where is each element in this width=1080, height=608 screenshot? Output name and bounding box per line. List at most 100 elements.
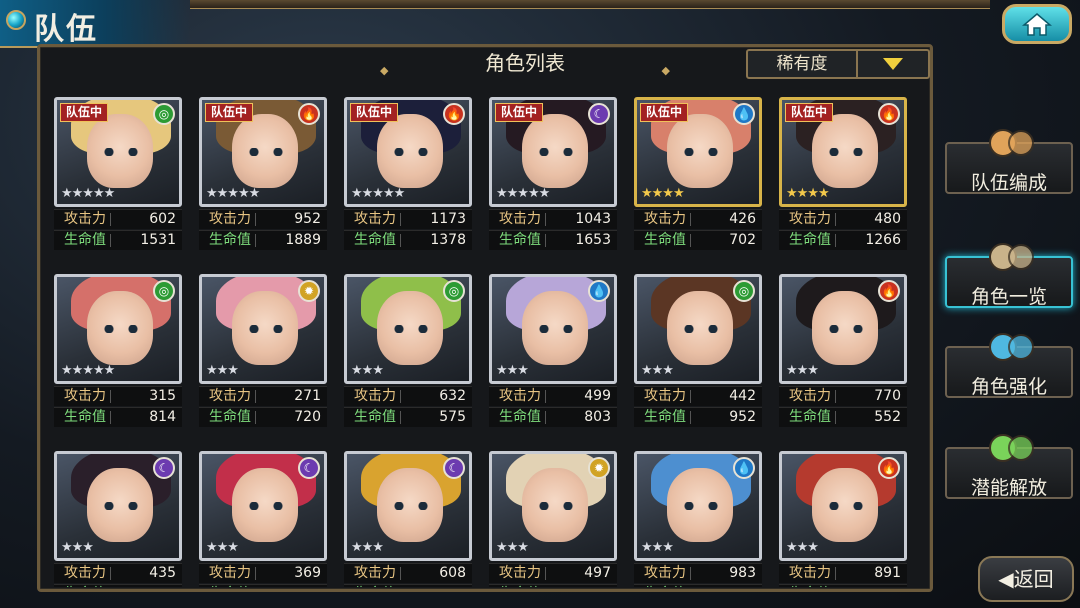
character-portrait: 队伍中 🔥 ★★★★ [779, 97, 907, 207]
side-menu-label: 角色强化 [970, 376, 1047, 398]
attack-label: 攻击力 [64, 565, 106, 581]
character-list-panel: ◆ 角色列表 ◆ 稀有度 队伍中 ◎ ★★★★★ 攻击力 602 生命值 1531 队伍中 🔥 ★… [37, 44, 933, 592]
hp-value: 720 [294, 409, 321, 425]
triangle-down-icon[interactable] [858, 51, 928, 77]
attack-stat: 攻击力 952 [199, 209, 327, 229]
hp-value: 702 [729, 232, 756, 248]
character-portrait: ☾ ★★★ [199, 451, 327, 561]
attack-stat: 攻击力 602 [54, 209, 182, 229]
character-portrait: ✹ ★★★ [489, 451, 617, 561]
light-element-icon: ✹ [298, 280, 320, 302]
character-card[interactable]: ✹ ★★★ 攻击力 271 生命值 720 [199, 274, 329, 452]
character-card[interactable]: 队伍中 ☾ ★★★★★ 攻击力 1043 生命值 1653 [489, 97, 619, 275]
attack-stat: 攻击力 1043 [489, 209, 617, 229]
character-portrait: ◎ ★★★★★ [54, 274, 182, 384]
side-menu-item[interactable]: 队伍编成 [945, 129, 1073, 194]
wind-element-icon: ◎ [153, 103, 175, 125]
character-portrait: ☾ ★★★ [54, 451, 182, 561]
hp-label: 生命值 [644, 409, 686, 425]
sort-selected-value: 稀有度 [748, 51, 858, 77]
potential-orb-icon [981, 423, 1041, 463]
character-eyes [681, 148, 721, 156]
hp-label: 生命值 [64, 409, 106, 425]
hp-label: 生命值 [789, 585, 831, 587]
diamond-ornament-icon: ◆ [661, 64, 670, 77]
character-card[interactable]: 队伍中 ◎ ★★★★★ 攻击力 602 生命值 1531 [54, 97, 184, 275]
side-menu-item[interactable]: 角色强化 [945, 333, 1073, 398]
character-eyes [246, 502, 286, 510]
character-portrait: ◎ ★★★ [344, 274, 472, 384]
character-card[interactable]: 队伍中 💧 ★★★★ 攻击力 426 生命值 702 [634, 97, 764, 275]
screen-title: 队伍 [34, 12, 98, 47]
character-card[interactable]: 队伍中 🔥 ★★★★ 攻击力 480 生命值 1266 [779, 97, 909, 275]
rarity-stars: ★★★ [351, 363, 384, 378]
attack-value: 1043 [575, 211, 611, 227]
hp-label: 生命值 [789, 232, 831, 248]
character-card[interactable]: ☾ ★★★ 攻击力 435 生命值 [54, 451, 184, 587]
character-card[interactable]: ◎ ★★★★★ 攻击力 315 生命值 814 [54, 274, 184, 452]
rarity-stars: ★★★ [496, 540, 529, 555]
character-card[interactable]: 💧 ★★★ 攻击力 499 生命值 803 [489, 274, 619, 452]
attack-stat: 攻击力 315 [54, 386, 182, 406]
light-element-icon: ✹ [588, 457, 610, 479]
character-card[interactable]: ☾ ★★★ 攻击力 369 生命值 [199, 451, 329, 587]
hp-stat: 生命值 814 [54, 407, 182, 427]
attack-label: 攻击力 [499, 388, 541, 404]
home-button[interactable] [1002, 4, 1072, 44]
wind-element-icon: ◎ [443, 280, 465, 302]
in-team-badge: 队伍中 [640, 103, 689, 122]
character-card[interactable]: 🔥 ★★★ 攻击力 770 生命值 552 [779, 274, 909, 452]
attack-value: 602 [149, 211, 176, 227]
attack-value: 608 [439, 565, 466, 581]
dark-element-icon: ☾ [153, 457, 175, 479]
attack-value: 1173 [430, 211, 466, 227]
character-card[interactable]: 队伍中 🔥 ★★★★★ 攻击力 952 生命值 1889 [199, 97, 329, 275]
hp-label: 生命值 [354, 232, 396, 248]
wind-element-icon: ◎ [733, 280, 755, 302]
hp-label: 生命值 [354, 409, 396, 425]
fire-element-icon: 🔥 [878, 457, 900, 479]
hp-value: 1653 [575, 232, 611, 248]
character-card[interactable]: ✹ ★★★ 攻击力 497 生命值 [489, 451, 619, 587]
back-button[interactable]: ◀返回 [978, 556, 1074, 602]
in-team-badge: 队伍中 [495, 103, 544, 122]
character-portrait: 🔥 ★★★ [779, 451, 907, 561]
attack-value: 499 [584, 388, 611, 404]
rarity-stars: ★★★★★ [61, 363, 115, 378]
attack-stat: 攻击力 770 [779, 386, 907, 406]
sort-dropdown[interactable]: 稀有度 [746, 49, 930, 79]
attack-value: 952 [294, 211, 321, 227]
dark-element-icon: ☾ [588, 103, 610, 125]
hp-stat: 生命值 1378 [344, 230, 472, 250]
attack-label: 攻击力 [789, 211, 831, 227]
character-eyes [101, 502, 141, 510]
character-eyes [681, 502, 721, 510]
character-card[interactable]: ☾ ★★★ 攻击力 608 生命值 [344, 451, 474, 587]
character-card[interactable]: 🔥 ★★★ 攻击力 891 生命值 [779, 451, 909, 587]
rarity-stars: ★★★ [786, 363, 819, 378]
back-label: 返回 [1013, 567, 1054, 591]
dark-element-icon: ☾ [298, 457, 320, 479]
side-menu-item[interactable]: 潜能解放 [945, 434, 1073, 499]
character-card[interactable]: ◎ ★★★ 攻击力 442 生命值 952 [634, 274, 764, 452]
attack-label: 攻击力 [354, 388, 396, 404]
character-portrait: 队伍中 ☾ ★★★★★ [489, 97, 617, 207]
character-portrait: 队伍中 🔥 ★★★★★ [344, 97, 472, 207]
character-card[interactable]: 队伍中 🔥 ★★★★★ 攻击力 1173 生命值 1378 [344, 97, 474, 275]
hp-stat: 生命值 [54, 584, 182, 587]
water-element-icon: 💧 [588, 280, 610, 302]
attack-stat: 攻击力 480 [779, 209, 907, 229]
hp-stat: 生命值 575 [344, 407, 472, 427]
hp-stat: 生命值 803 [489, 407, 617, 427]
character-eyes [391, 148, 431, 156]
hp-value: 552 [874, 409, 901, 425]
screen-header: 队伍 [0, 0, 190, 48]
hp-stat: 生命值 952 [634, 407, 762, 427]
side-menu-item[interactable]: 角色一览 [945, 243, 1073, 308]
attack-value: 770 [874, 388, 901, 404]
hp-label: 生命值 [354, 585, 396, 587]
character-card[interactable]: ◎ ★★★ 攻击力 632 生命值 575 [344, 274, 474, 452]
character-eyes [246, 325, 286, 333]
character-card[interactable]: 💧 ★★★ 攻击力 983 生命值 [634, 451, 764, 587]
attack-value: 271 [294, 388, 321, 404]
